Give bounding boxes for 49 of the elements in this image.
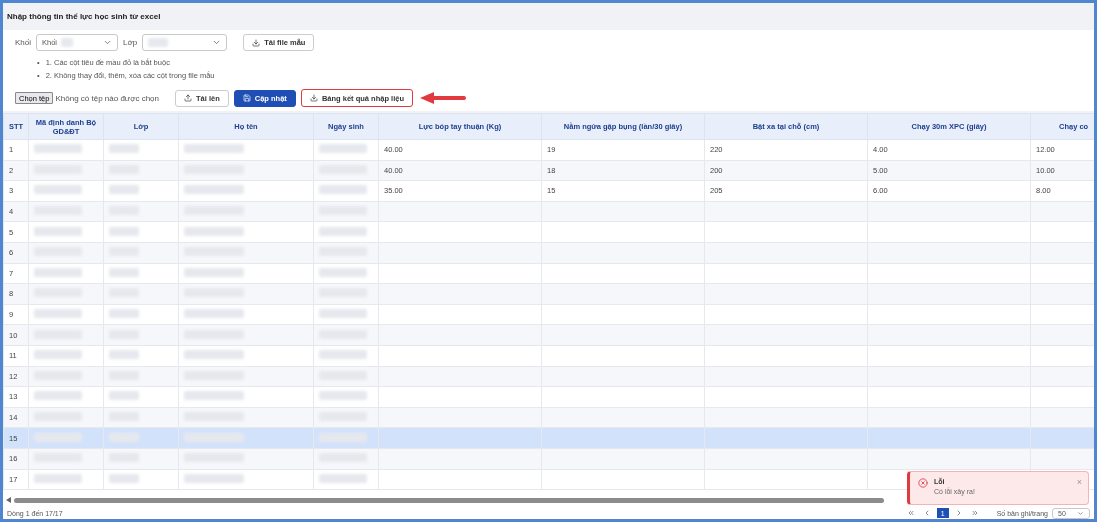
redacted-placeholder	[319, 267, 367, 277]
chevron-down-icon	[212, 38, 222, 47]
download-icon	[252, 38, 261, 47]
redacted-placeholder	[319, 144, 367, 154]
redacted-placeholder	[184, 185, 244, 195]
scroll-left-icon[interactable]	[6, 497, 11, 503]
redacted-placeholder	[34, 309, 82, 319]
download-icon	[309, 94, 318, 102]
window-title: Nhập thông tin thể lực học sinh từ excel	[6, 11, 162, 23]
redacted-placeholder	[34, 144, 82, 154]
redacted-placeholder	[184, 226, 244, 236]
redacted-placeholder	[184, 473, 244, 483]
chevron-down-icon	[103, 38, 112, 47]
error-icon	[918, 478, 928, 488]
redacted-placeholder	[319, 350, 367, 360]
redacted-placeholder	[109, 185, 139, 195]
filter-select[interactable]	[142, 34, 228, 51]
redacted-placeholder	[34, 350, 82, 360]
redacted-placeholder	[34, 226, 82, 236]
redacted-placeholder	[184, 144, 244, 154]
redacted-placeholder	[319, 309, 367, 319]
redacted-placeholder	[34, 185, 82, 195]
filter-label: Lớp	[123, 38, 138, 47]
redacted-placeholder	[319, 226, 367, 236]
filter-label: Khối	[15, 38, 31, 47]
redacted-placeholder	[184, 267, 244, 277]
chevron-down-icon	[1077, 509, 1084, 517]
redacted-placeholder	[109, 267, 139, 277]
save-icon	[242, 94, 251, 102]
redacted-placeholder	[34, 267, 82, 277]
redacted-placeholder	[319, 473, 367, 483]
double-chevron-right-icon	[970, 509, 979, 517]
redacted-placeholder	[184, 350, 244, 360]
redacted-placeholder	[34, 473, 82, 483]
upload-icon	[184, 94, 192, 102]
redacted-placeholder	[109, 350, 139, 360]
redacted-placeholder	[319, 391, 367, 401]
redacted-placeholder	[109, 473, 139, 483]
redacted-placeholder	[34, 391, 82, 401]
redacted-placeholder	[319, 185, 367, 195]
double-chevron-left-icon	[906, 509, 915, 517]
redacted-placeholder	[109, 144, 139, 154]
redacted-placeholder	[109, 226, 139, 236]
redacted-placeholder	[109, 391, 139, 401]
redacted-placeholder	[109, 309, 139, 319]
file-status: Không có tệp nào được chọn	[55, 93, 159, 103]
scrollbar-thumb[interactable]	[14, 497, 884, 503]
redacted-placeholder	[184, 309, 244, 319]
redacted-placeholder	[184, 391, 244, 401]
